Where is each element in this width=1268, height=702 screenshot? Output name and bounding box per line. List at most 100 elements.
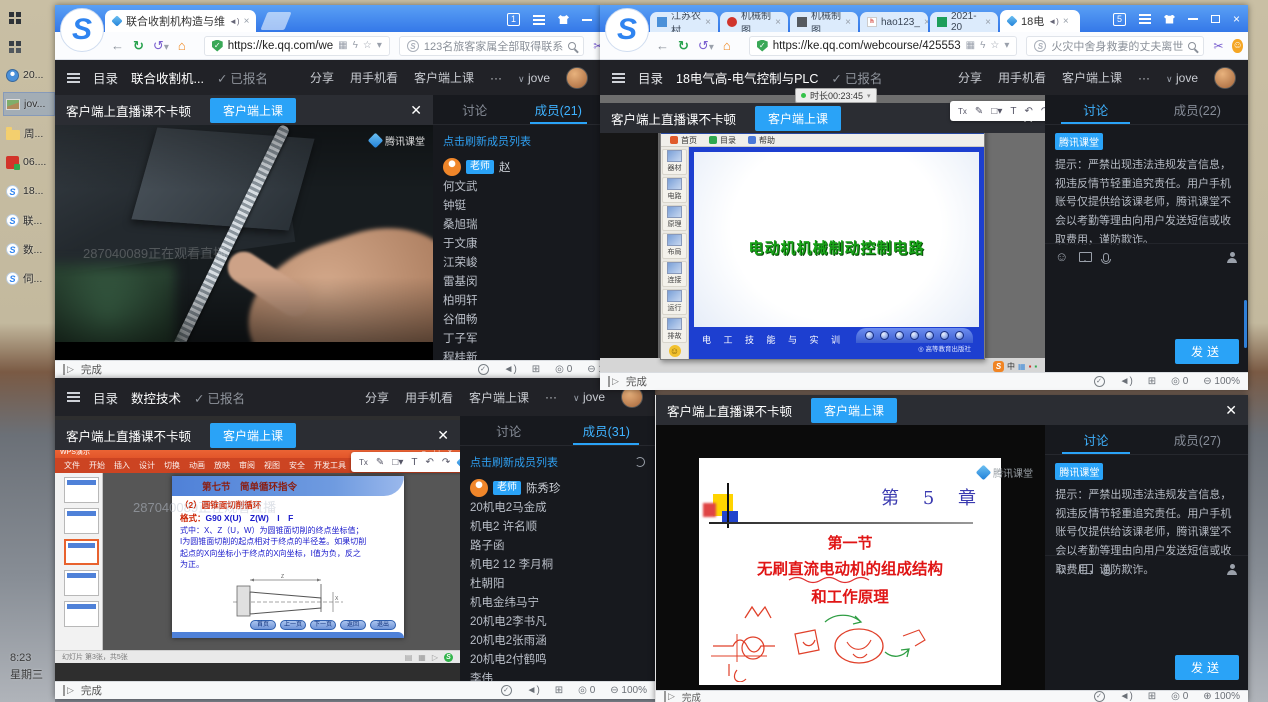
safety-check-icon[interactable]: ✓ [1094,376,1105,387]
redo-stroke-icon[interactable]: ↷ [1041,106,1045,117]
tab-close-icon[interactable]: × [924,17,928,28]
search-icon[interactable] [568,42,576,50]
sogou-ime-icon[interactable]: S [993,361,1004,372]
shape-tool-icon[interactable]: □▾ [991,106,1002,117]
view-normal-icon[interactable]: ▤ [405,653,413,662]
avatar[interactable] [1214,67,1236,89]
zoom-level[interactable]: ⊖ 100% [1203,376,1240,387]
zoom-level[interactable]: ⊖ 100% [587,364,600,375]
undo-icon[interactable]: ↺▾ [153,38,169,54]
desktop-icon-20[interactable]: 20... [4,64,54,86]
media-button[interactable] [865,331,874,340]
safety-check-icon[interactable]: ✓ [478,364,489,375]
emoji-icon[interactable]: ☺ [1055,563,1068,575]
catalog-menu-icon[interactable] [67,77,80,79]
app-menu-item[interactable]: 首页 [670,135,697,146]
catalog-label[interactable]: 目录 [93,68,118,87]
url-text[interactable]: https://ke.qq.com/webcourse/425553 [773,40,961,52]
banner-close-icon[interactable]: ✕ [410,102,422,119]
slide-nav-button[interactable]: 首页 [250,620,276,630]
send-button[interactable]: 发送 [1175,339,1239,364]
url-text[interactable]: https://ke.qq.com/we [228,40,333,52]
redo-stroke-icon[interactable]: ↷ [442,457,450,468]
view-grid-icon[interactable]: ▦ [418,653,426,662]
extension-box-icon[interactable]: ⊞ [555,685,563,696]
extension-box-icon[interactable]: ⊞ [1148,691,1156,702]
window-close-icon[interactable]: × [1233,12,1240,26]
screenshot-scissors-icon[interactable]: ✂ [593,39,600,53]
wps-menu-item[interactable]: 开始 [89,460,105,471]
ime-tool-icon[interactable]: ▦ [1018,362,1026,371]
address-bar[interactable]: ✓ https://ke.qq.com/we ▦ ϟ ☆ ▾ [204,36,390,56]
tab-discussion[interactable]: 讨论 [1045,95,1147,124]
browser-tab-2[interactable]: 机械制图× [720,12,788,32]
wps-menu-item[interactable]: 设计 [139,460,155,471]
banner-close-icon[interactable]: ✕ [437,427,449,444]
refresh-members-link[interactable]: 点击刷新成员列表 [460,446,655,477]
member-toggle-icon[interactable] [1226,564,1238,575]
desktop-icon-06[interactable]: 06.... [4,151,54,173]
text-tool-icon[interactable]: Tx [359,458,368,467]
safety-check-icon[interactable]: ✓ [501,685,512,696]
refresh-icon[interactable]: ↻ [678,38,689,54]
extension-box-icon[interactable]: ⊞ [532,364,540,375]
ime-tool-icon[interactable]: ▪ [1029,362,1032,371]
undo-stroke-icon[interactable]: ↶ [1024,106,1032,117]
catalog-label[interactable]: 目录 [638,68,663,87]
search-hint-text[interactable]: 123名旅客家属全部取得联系 [424,38,563,54]
tab-members[interactable]: 成员(22) [1147,95,1249,124]
search-box[interactable]: S 123名旅客家属全部取得联系 [399,36,584,56]
minimize-icon[interactable] [1188,18,1198,20]
media-button[interactable] [940,331,949,340]
avatar[interactable] [566,67,588,89]
pen-tool-icon[interactable]: ✎ [975,106,983,117]
tab-audio-icon[interactable]: ◄) [229,17,240,26]
browser-tab-1[interactable]: 江苏农村× [650,12,718,32]
app-menu-item[interactable]: 帮助 [748,135,775,146]
slide-nav-button[interactable]: 下一页 [310,620,336,630]
wps-menu-item[interactable]: 切换 [164,460,180,471]
media-button[interactable] [910,331,919,340]
media-button[interactable] [880,331,889,340]
desktop-icon-shu[interactable]: 数... [4,238,54,260]
client-class-button[interactable]: 客户端上课 [414,69,474,86]
wps-menu-item[interactable]: 安全 [289,460,305,471]
qr-icon[interactable]: ▦ [966,40,975,51]
search-hint-text[interactable]: 火灾中舍身救妻的丈夫离世 [1051,38,1183,54]
view-play-icon[interactable]: ▷ [432,653,438,662]
share-button[interactable]: 分享 [365,389,389,406]
tencent-classroom-icon[interactable] [456,456,460,469]
live-duration-chip[interactable]: 时长00:23:45 ▾ [795,88,877,103]
refresh-spinner-icon[interactable] [635,457,645,467]
ime-mode-cn[interactable]: 中 [1007,361,1015,372]
watch-on-phone-button[interactable]: 用手机看 [998,69,1046,86]
desktop-icon-app[interactable] [4,35,54,57]
desktop-icon-thispc[interactable] [4,6,54,28]
catalog-menu-icon[interactable] [67,396,80,398]
app-tool[interactable]: 运行 [662,289,687,315]
image-upload-icon[interactable] [1079,252,1092,262]
live-video[interactable]: 287040089正在观看直播 腾讯课堂 [55,125,433,342]
watch-on-phone-button[interactable]: 用手机看 [405,389,453,406]
client-class-button[interactable]: 客户端上课 [469,389,529,406]
app-menu-item[interactable]: 目录 [709,135,736,146]
ime-tool-icon[interactable]: ▪ [1034,362,1037,371]
browser-tab-3[interactable]: 机械制图× [790,12,858,32]
app-tool[interactable]: 电路 [662,177,687,203]
share-button[interactable]: 分享 [958,69,982,86]
app-tool[interactable]: 布局 [662,233,687,259]
tab-discussion[interactable]: 讨论 [1045,425,1146,454]
maximize-icon[interactable] [1211,15,1220,23]
wps-menu-item[interactable]: 视图 [264,460,280,471]
slide-thumbnail-2[interactable] [64,508,99,534]
home-icon[interactable]: ⌂ [723,38,731,53]
banner-client-button[interactable]: 客户端上课 [210,98,296,123]
media-button[interactable] [895,331,904,340]
address-bar[interactable]: ✓ https://ke.qq.com/webcourse/425553 ▦ ϟ… [749,36,1018,56]
shape-tool-icon[interactable]: □▾ [392,457,403,468]
sogou-ime-icon[interactable]: S [444,653,453,662]
refresh-members-link[interactable]: 点击刷新成员列表 [433,125,600,156]
search-box[interactable]: S 火灾中舍身救妻的丈夫离世 [1026,36,1204,56]
zoom-level[interactable]: ⊖ 100% [610,685,647,696]
user-menu[interactable]: ∨ jove [518,71,550,85]
